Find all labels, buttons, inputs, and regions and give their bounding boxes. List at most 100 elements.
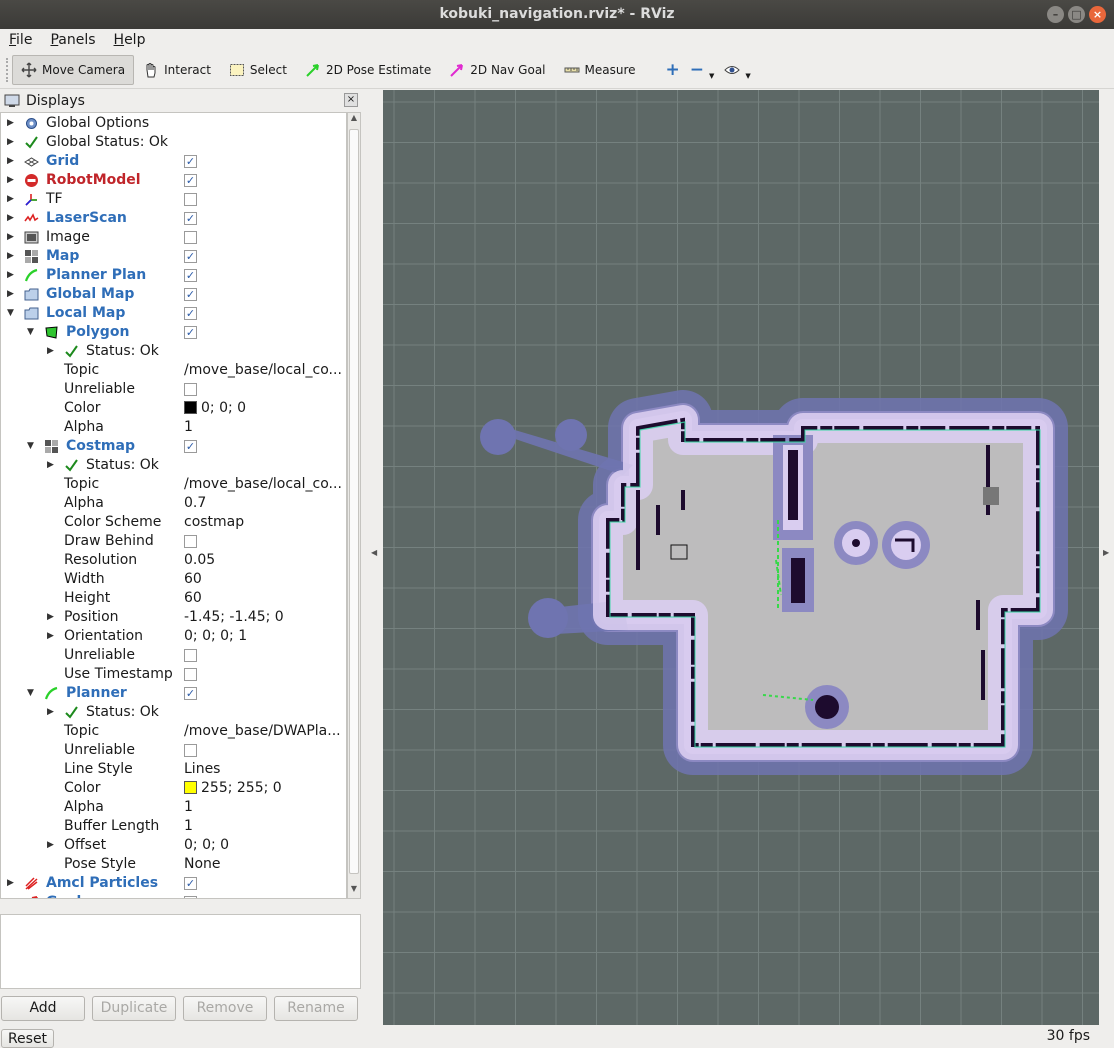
map-render[interactable] [383, 90, 1099, 1025]
tree-row[interactable]: ▼ Planner ✓ [1, 684, 346, 703]
toolbar-grip[interactable] [6, 58, 10, 82]
nav-goal-tool[interactable]: 2D Nav Goal [440, 55, 554, 85]
tree-row[interactable]: ▶ Status: Ok [1, 456, 346, 475]
visibility-checkbox[interactable] [184, 383, 197, 396]
expand-right-icon[interactable]: ▶ [47, 836, 57, 855]
visibility-checkbox[interactable] [184, 649, 197, 662]
tree-row[interactable]: Height 60 [1, 589, 346, 608]
expand-right-icon[interactable]: ▶ [47, 342, 57, 361]
color-swatch[interactable] [184, 401, 197, 414]
expand-right-icon[interactable]: ▶ [7, 152, 17, 171]
pose-estimate-tool[interactable]: 2D Pose Estimate [296, 55, 440, 85]
tree-row-value[interactable]: -1.45; -1.45; 0 [184, 608, 344, 627]
tree-row-value[interactable]: /move_base/local_co... [184, 361, 344, 380]
tree-row[interactable]: ▶ Map ✓ [1, 247, 346, 266]
visibility-checkbox[interactable]: ✓ [184, 326, 197, 339]
reset-button[interactable]: Reset [1, 1029, 54, 1048]
add-tool-button[interactable]: + [645, 55, 685, 85]
tree-row[interactable]: ▶ Global Options [1, 114, 346, 133]
tree-row[interactable]: ▶ Planner Plan ✓ [1, 266, 346, 285]
tree-row[interactable]: ▶ Global Map ✓ [1, 285, 346, 304]
tree-row[interactable]: ▶ Position -1.45; -1.45; 0 [1, 608, 346, 627]
visibility-checkbox[interactable] [184, 231, 197, 244]
tree-row[interactable]: Resolution 0.05 [1, 551, 346, 570]
expand-right-icon[interactable]: ▶ [47, 608, 57, 627]
expand-down-icon[interactable]: ▼ [27, 323, 37, 342]
close-button[interactable]: × [1089, 6, 1106, 23]
tree-row-value[interactable]: 0.05 [184, 551, 344, 570]
expand-right-icon[interactable]: ▶ [7, 285, 17, 304]
tree-row[interactable]: ▶ Image [1, 228, 346, 247]
left-splitter[interactable]: ◀ [367, 90, 382, 1025]
tree-row[interactable]: Buffer Length 1 [1, 817, 346, 836]
expand-down-icon[interactable]: ▼ [7, 304, 17, 323]
tree-row-value[interactable]: 1 [184, 418, 344, 437]
tree-row[interactable]: Use Timestamp [1, 665, 346, 684]
visibility-checkbox[interactable] [184, 193, 197, 206]
tree-row[interactable]: Color 0; 0; 0 [1, 399, 346, 418]
tree-row[interactable]: Width 60 [1, 570, 346, 589]
visibility-checkbox[interactable]: ✓ [184, 687, 197, 700]
tree-row-value[interactable]: 1 [184, 798, 344, 817]
visibility-checkbox[interactable] [184, 535, 197, 548]
visibility-checkbox[interactable]: ✓ [184, 250, 197, 263]
expand-right-icon[interactable]: ▶ [7, 874, 17, 893]
panel-close-button[interactable]: × [344, 93, 358, 107]
tree-row[interactable]: Topic/move_base/local_co... [1, 361, 346, 380]
tree-row[interactable]: ▶ Orientation 0; 0; 0; 1 [1, 627, 346, 646]
collapse-right-arrow-icon[interactable]: ▶ [1103, 548, 1109, 557]
expand-right-icon[interactable]: ▶ [7, 209, 17, 228]
expand-right-icon[interactable]: ▶ [7, 171, 17, 190]
color-swatch[interactable] [184, 781, 197, 794]
interact-tool[interactable]: Interact [134, 55, 220, 85]
visibility-checkbox[interactable] [184, 668, 197, 681]
tree-row[interactable]: Topic/move_base/DWAPla... [1, 722, 346, 741]
expand-right-icon[interactable]: ▶ [7, 247, 17, 266]
tree-row[interactable]: ▶ Offset 0; 0; 0 [1, 836, 346, 855]
displays-scrollbar[interactable]: ▲ ▼ [347, 112, 361, 899]
select-tool[interactable]: Select [220, 55, 296, 85]
tree-row[interactable]: Unreliable [1, 646, 346, 665]
visibility-checkbox[interactable]: ✓ [184, 877, 197, 890]
tree-row[interactable]: ▶ TF [1, 190, 346, 209]
tree-row[interactable]: ▼ Local Map ✓ [1, 304, 346, 323]
visibility-checkbox[interactable]: ✓ [184, 212, 197, 225]
expand-down-icon[interactable]: ▼ [27, 437, 37, 456]
visibility-checkbox[interactable]: ✓ [184, 288, 197, 301]
tree-row[interactable]: Topic/move_base/local_co... [1, 475, 346, 494]
tree-row[interactable]: ▼ Polygon ✓ [1, 323, 346, 342]
expand-right-icon[interactable]: ▶ [7, 114, 17, 133]
tree-row[interactable]: Color Scheme costmap [1, 513, 346, 532]
expand-right-icon[interactable]: ▶ [7, 133, 17, 152]
tree-row[interactable]: ▶ Goal ✓ [1, 893, 346, 898]
expand-right-icon[interactable]: ▶ [47, 703, 57, 722]
expand-right-icon[interactable]: ▶ [47, 456, 57, 475]
expand-right-icon[interactable]: ▶ [7, 228, 17, 247]
render-viewport[interactable] [383, 90, 1099, 1025]
minimize-button[interactable]: – [1047, 6, 1064, 23]
measure-tool[interactable]: Measure [555, 55, 645, 85]
menu-panels[interactable]: Panels [41, 32, 104, 48]
tree-row-value[interactable]: 60 [184, 570, 344, 589]
tree-row[interactable]: ▶ Status: Ok [1, 703, 346, 722]
tree-row[interactable]: Alpha 1 [1, 798, 346, 817]
expand-right-icon[interactable]: ▶ [7, 266, 17, 285]
maximize-button[interactable]: □ [1068, 6, 1085, 23]
tree-row[interactable]: ▶ Amcl Particles ✓ [1, 874, 346, 893]
tree-row-value[interactable]: 1 [184, 817, 344, 836]
tree-row[interactable]: ▶ LaserScan ✓ [1, 209, 346, 228]
expand-right-icon[interactable]: ▶ [7, 190, 17, 209]
expand-down-icon[interactable]: ▼ [27, 684, 37, 703]
tree-row[interactable]: Draw Behind [1, 532, 346, 551]
tree-row[interactable]: Unreliable [1, 741, 346, 760]
remove-button[interactable]: Remove [183, 996, 267, 1021]
remove-tool-button[interactable]: − ▼ [685, 55, 720, 85]
add-button[interactable]: Add [1, 996, 85, 1021]
tree-row[interactable]: Unreliable [1, 380, 346, 399]
menu-file[interactable]: File [0, 32, 41, 48]
tree-row-value[interactable]: /move_base/local_co... [184, 475, 344, 494]
tree-row-value[interactable]: 255; 255; 0 [184, 779, 344, 798]
right-splitter[interactable]: ▶ [1099, 90, 1114, 1025]
move-camera-tool[interactable]: Move Camera [12, 55, 135, 85]
rename-button[interactable]: Rename [274, 996, 358, 1021]
